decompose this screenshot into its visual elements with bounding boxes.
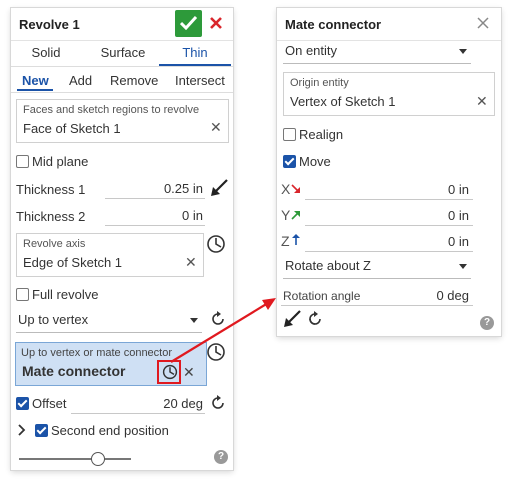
origin-entity-field[interactable]: Origin entity Vertex of Sketch 1 ✕	[283, 72, 495, 116]
mate-connector-icon[interactable]	[206, 342, 226, 362]
upto-label: Up to vertex or mate connector	[21, 347, 173, 359]
op-intersect[interactable]: Intersect	[175, 73, 225, 88]
mate-mode-value: On entity	[285, 43, 338, 58]
accept-button[interactable]	[175, 10, 202, 37]
dialog-title: Revolve 1	[19, 17, 80, 32]
rotation-angle-value[interactable]: 0 deg	[387, 288, 469, 303]
z-arrow-icon	[292, 234, 300, 245]
move-checkbox[interactable]	[283, 155, 296, 168]
thickness1-value[interactable]: 0.25 in	[121, 181, 203, 196]
mate-connector-dialog: Mate connector On entity Origin entity V…	[277, 8, 501, 336]
end-type-dropdown[interactable]: Up to vertex	[16, 310, 202, 333]
faces-field[interactable]: Faces and sketch regions to revolve Face…	[16, 99, 229, 143]
cancel-button[interactable]	[208, 15, 224, 31]
active-op-indicator	[17, 89, 53, 91]
opposite-direction-icon[interactable]	[209, 310, 227, 328]
revolve-dialog: Revolve 1 Solid Surface Thin New Add Rem…	[11, 8, 233, 470]
offset-checkbox[interactable]	[16, 397, 29, 410]
mate-mode-dropdown[interactable]: On entity	[283, 41, 471, 64]
chevron-down-icon	[459, 49, 467, 54]
second-end-label: Second end position	[51, 423, 169, 438]
x-value[interactable]: 0 in	[387, 182, 469, 197]
callout-highlight	[157, 360, 181, 384]
y-axis-label: Y	[281, 207, 291, 223]
full-revolve-label: Full revolve	[32, 287, 99, 302]
revolve-axis-field[interactable]: Revolve axis Edge of Sketch 1 ✕	[16, 233, 204, 277]
x-underline	[305, 199, 473, 200]
origin-label: Origin entity	[290, 77, 349, 89]
thickness2-value[interactable]: 0 in	[121, 208, 203, 223]
y-arrow-icon	[291, 211, 300, 220]
thickness1-label: Thickness 1	[16, 182, 86, 197]
x-arrow-icon	[291, 184, 300, 193]
active-tab-indicator	[159, 64, 231, 66]
realign-label: Realign	[299, 127, 344, 142]
mid-plane-label: Mid plane	[32, 154, 89, 169]
checkmark-icon	[180, 16, 197, 30]
chevron-right-icon[interactable]	[17, 424, 27, 436]
slider-handle[interactable]	[91, 452, 105, 466]
thickness1-underline	[105, 198, 205, 199]
x-axis-label: X	[281, 181, 291, 197]
op-remove[interactable]: Remove	[110, 73, 158, 88]
close-icon[interactable]	[476, 16, 490, 30]
clear-origin-icon[interactable]: ✕	[476, 93, 488, 110]
rotation-underline	[281, 305, 473, 306]
clear-upto-icon[interactable]: ✕	[183, 364, 195, 381]
origin-value: Vertex of Sketch 1	[290, 94, 396, 109]
y-value[interactable]: 0 in	[387, 208, 469, 223]
full-revolve-checkbox[interactable]	[16, 288, 29, 301]
op-new[interactable]: New	[22, 73, 49, 88]
operation-tabs: New Add Remove Intersect	[11, 68, 233, 93]
chevron-down-icon	[459, 264, 467, 269]
clear-faces-icon[interactable]: ✕	[210, 119, 222, 136]
z-axis-label: Z	[281, 233, 290, 249]
tab-thin[interactable]: Thin	[169, 45, 221, 60]
thickness2-label: Thickness 2	[16, 209, 86, 224]
reorient-secondary-axis-icon[interactable]	[306, 310, 324, 328]
cancel-x-icon	[210, 17, 222, 29]
realign-checkbox[interactable]	[283, 128, 296, 141]
revolve-header: Revolve 1	[11, 8, 233, 41]
offset-label: Offset	[32, 396, 67, 411]
chevron-down-icon	[190, 318, 198, 323]
upto-value: Mate connector	[22, 363, 126, 379]
help-icon[interactable]: ?	[214, 450, 228, 464]
flip-primary-axis-icon[interactable]	[282, 309, 302, 329]
rotation-angle-label: Rotation angle	[283, 289, 361, 303]
help-icon[interactable]: ?	[480, 316, 494, 330]
axis-value: Edge of Sketch 1	[23, 255, 123, 270]
slider-track	[19, 458, 131, 460]
mate-connector-icon[interactable]	[206, 234, 226, 254]
move-label: Move	[299, 154, 331, 169]
op-add[interactable]: Add	[69, 73, 92, 88]
offset-direction-icon[interactable]	[209, 394, 227, 412]
z-value[interactable]: 0 in	[387, 234, 469, 249]
dialog-title: Mate connector	[285, 17, 382, 32]
tab-surface[interactable]: Surface	[93, 45, 153, 60]
mid-plane-checkbox[interactable]	[16, 155, 29, 168]
z-underline	[305, 251, 473, 252]
end-type-value: Up to vertex	[18, 312, 89, 327]
mate-header: Mate connector	[277, 8, 501, 41]
second-end-checkbox[interactable]	[35, 424, 48, 437]
rotate-dropdown[interactable]: Rotate about Z	[283, 256, 471, 279]
body-type-tabs: Solid Surface Thin	[11, 41, 233, 67]
flip-direction-icon[interactable]	[209, 178, 229, 198]
faces-label: Faces and sketch regions to revolve	[23, 104, 200, 116]
offset-value[interactable]: 20 deg	[121, 396, 203, 411]
offset-underline	[71, 413, 205, 414]
rotate-value: Rotate about Z	[285, 258, 371, 273]
y-underline	[305, 225, 473, 226]
faces-value: Face of Sketch 1	[23, 121, 121, 136]
clear-axis-icon[interactable]: ✕	[185, 254, 197, 271]
axis-label: Revolve axis	[23, 238, 86, 250]
tab-solid[interactable]: Solid	[21, 45, 71, 60]
thickness2-underline	[105, 225, 205, 226]
